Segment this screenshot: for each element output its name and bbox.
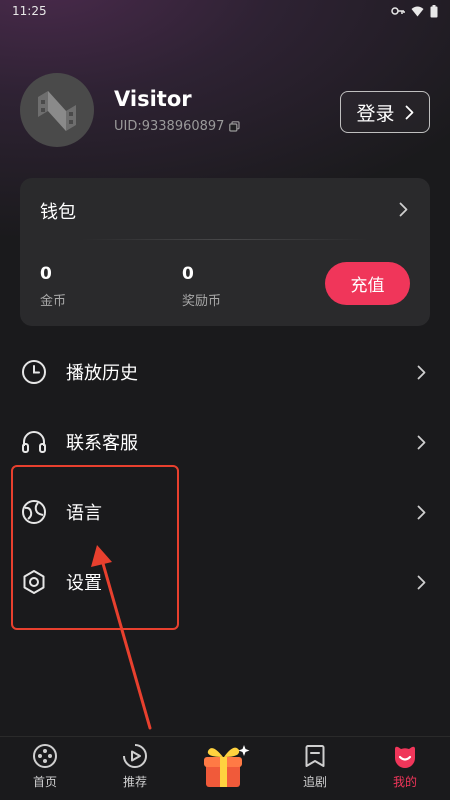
hexagon-gear-icon: [20, 568, 48, 596]
globe-icon: [20, 498, 48, 526]
film-reel-icon: [33, 744, 57, 768]
battery-icon: [430, 4, 438, 17]
uid-text: UID:9338960897: [114, 119, 225, 134]
chevron-right-icon: [405, 105, 413, 119]
coins-label: 金币: [40, 294, 67, 309]
coins-value: 0: [40, 264, 52, 284]
play-circle-icon: [123, 744, 147, 768]
chevron-right-icon: [417, 505, 426, 519]
wallet-divider: [80, 239, 370, 240]
recharge-button[interactable]: 充值: [325, 262, 410, 305]
coins-stat[interactable]: 0 金币: [40, 264, 66, 309]
bonus-stat[interactable]: 0 奖励币: [182, 264, 221, 309]
nav-label: 追剧: [302, 775, 327, 789]
copy-icon[interactable]: [229, 121, 241, 132]
wifi-icon: [411, 6, 424, 16]
bookmark-icon: [305, 745, 325, 767]
login-label: 登录: [356, 102, 395, 125]
wallet-title[interactable]: 钱包: [40, 198, 76, 224]
nav-item-recommend[interactable]: 推荐: [100, 743, 170, 790]
headphones-icon: [20, 428, 48, 456]
gift-box-icon[interactable]: [196, 737, 252, 795]
profile-section: Visitor UID:9338960897 登录: [20, 73, 430, 149]
chevron-right-icon: [417, 435, 426, 449]
menu-label: 语言: [66, 503, 102, 524]
menu-item-customer-service[interactable]: 联系客服: [20, 420, 430, 464]
status-bar: 11:25: [0, 0, 450, 22]
menu-label: 播放历史: [66, 363, 138, 384]
uid-row: UID:9338960897: [114, 119, 241, 134]
nav-label: 推荐: [122, 775, 147, 789]
bottom-nav: 首页 推荐 追剧 我的: [0, 736, 450, 800]
menu-item-language[interactable]: 语言: [20, 490, 430, 534]
username: Visitor: [114, 87, 192, 111]
clock-icon: [20, 358, 48, 386]
film-logo-icon: [38, 91, 76, 131]
nav-label: 首页: [32, 775, 57, 789]
nav-item-home[interactable]: 首页: [10, 743, 80, 790]
smile-face-icon: [395, 746, 415, 768]
status-icons: [391, 4, 438, 18]
chevron-right-icon: [417, 575, 426, 589]
chevron-right-icon[interactable]: [399, 202, 408, 217]
wallet-card: 钱包 0 金币 0 奖励币 充值: [20, 178, 430, 326]
menu-label: 设置: [66, 573, 102, 594]
nav-item-following[interactable]: 追剧: [280, 743, 350, 790]
login-button[interactable]: 登录: [340, 91, 430, 133]
avatar[interactable]: [20, 73, 94, 147]
menu-item-play-history[interactable]: 播放历史: [20, 350, 430, 394]
chevron-right-icon: [417, 365, 426, 379]
menu-label: 联系客服: [66, 433, 138, 454]
nav-item-me[interactable]: 我的: [370, 743, 440, 790]
nav-label: 我的: [392, 775, 417, 789]
menu-item-settings[interactable]: 设置: [20, 560, 430, 604]
key-icon: [391, 7, 405, 15]
status-time: 11:25: [12, 4, 47, 18]
bonus-value: 0: [182, 264, 194, 284]
bonus-label: 奖励币: [182, 294, 222, 309]
